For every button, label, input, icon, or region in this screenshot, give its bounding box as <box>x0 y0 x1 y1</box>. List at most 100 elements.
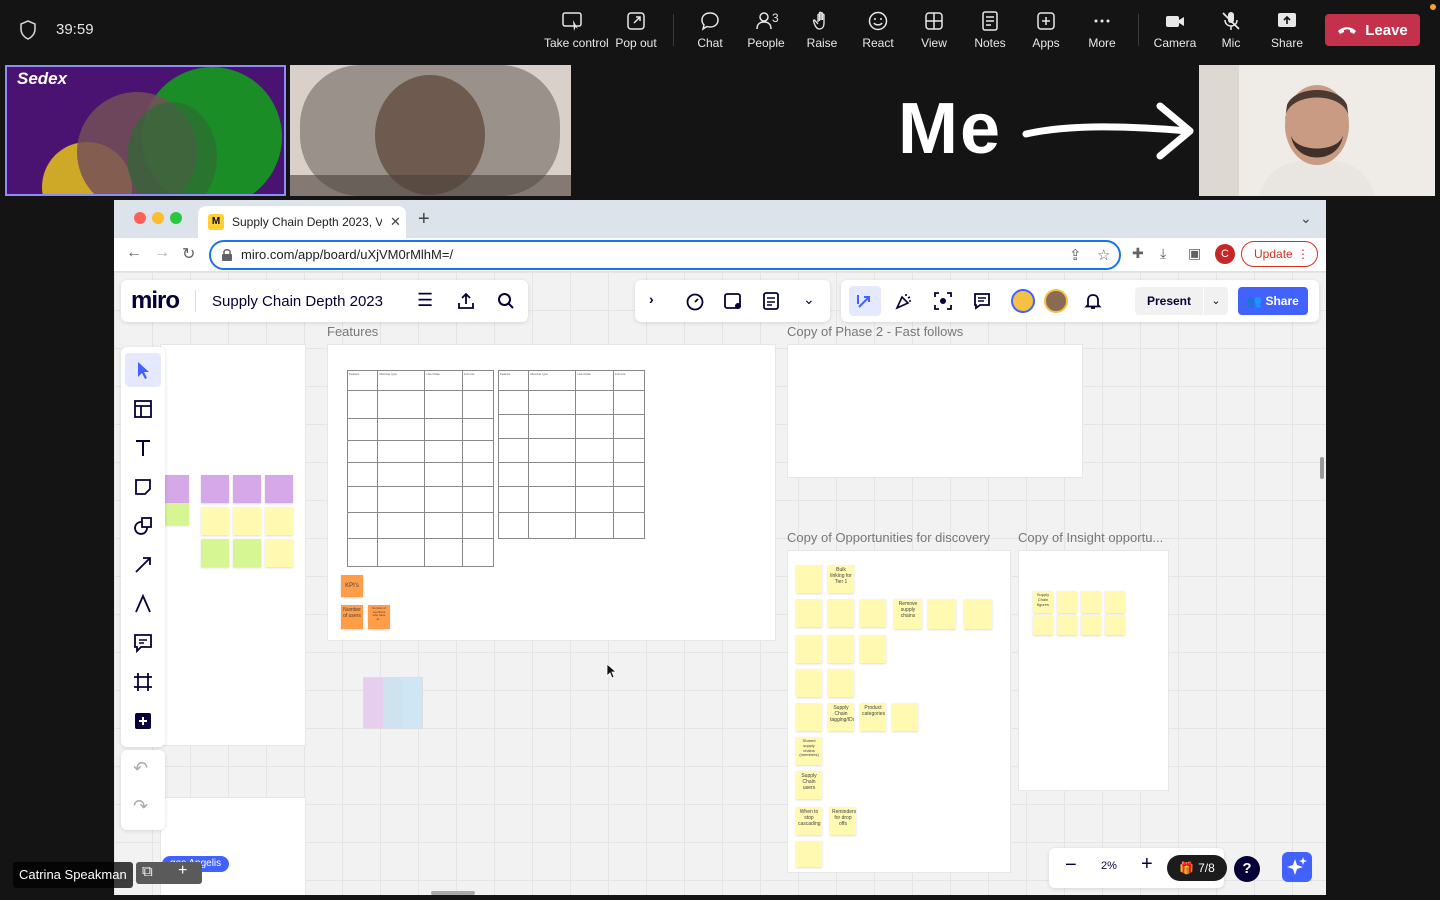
mini-grid-widget[interactable] <box>363 677 423 729</box>
pen-icon[interactable] <box>131 592 155 616</box>
frame-title-insight[interactable]: Copy of Insight opportu... <box>1018 530 1163 545</box>
focus-frame-icon[interactable] <box>933 291 953 311</box>
comment-tool-icon[interactable] <box>131 631 155 655</box>
export-upload-icon[interactable] <box>457 292 475 310</box>
main-menu-icon[interactable]: ☰ <box>417 290 433 311</box>
sticky-note[interactable] <box>1057 591 1077 613</box>
sticky-note[interactable] <box>1081 615 1101 635</box>
sticky-note[interactable] <box>1033 615 1053 635</box>
bookmark-star-icon[interactable]: ☆ <box>1097 246 1110 264</box>
video-tile-self[interactable] <box>1199 65 1435 196</box>
sticky-note[interactable] <box>892 703 918 731</box>
sticky-note[interactable]: Remove supply chains <box>894 599 922 629</box>
miro-logo[interactable]: miro <box>131 287 180 315</box>
maximize-window-button[interactable] <box>170 212 182 224</box>
kpi-sticky[interactable]: KPI's <box>341 575 363 597</box>
more-button[interactable]: More <box>1074 10 1130 54</box>
frame-title-phase2[interactable]: Copy of Phase 2 - Fast follows <box>787 324 963 339</box>
sticky-note[interactable] <box>828 635 854 663</box>
sticky-note[interactable] <box>265 507 293 535</box>
zoom-level[interactable]: 2% <box>1101 860 1117 872</box>
sticky-note-icon[interactable] <box>131 475 155 499</box>
reactions-icon[interactable] <box>723 291 743 311</box>
sticky-note[interactable]: Supply Chain tagging/IDs <box>828 703 854 731</box>
camera-button[interactable]: Camera <box>1147 10 1203 54</box>
browser-tab-active[interactable]: M Supply Chain Depth 2023, Vis ✕ <box>198 206 406 238</box>
redo-icon[interactable]: ↷ <box>133 796 148 817</box>
people-button[interactable]: 3 People <box>738 10 794 54</box>
sticky-note[interactable]: Product categories <box>860 703 886 731</box>
sticky-note[interactable] <box>233 539 261 567</box>
sticky-note[interactable] <box>796 669 822 697</box>
undo-icon[interactable]: ↶ <box>133 758 148 779</box>
apps-button[interactable]: Apps <box>1018 10 1074 54</box>
sticky-note[interactable]: Number of users <box>341 605 363 629</box>
cursor-collab-icon[interactable] <box>855 291 875 311</box>
frame-tool-icon[interactable] <box>131 670 155 694</box>
sticky-note[interactable]: Supply Chain figures <box>1033 591 1053 613</box>
help-button[interactable]: ? <box>1234 856 1260 882</box>
zoom-in-icon[interactable]: + <box>1141 853 1153 876</box>
raise-hand-button[interactable]: Raise <box>794 10 850 54</box>
minimize-window-button[interactable] <box>152 212 164 224</box>
new-tab-button[interactable]: + <box>418 208 430 231</box>
more-apps-chevron-icon[interactable]: ⌄ <box>803 291 823 311</box>
tab-search-chevron-icon[interactable]: ⌄ <box>1300 210 1312 227</box>
sticky-note[interactable] <box>201 475 229 503</box>
sticky-note[interactable] <box>265 475 293 503</box>
sticky-note[interactable]: Number of members who have at... <box>368 605 390 629</box>
frame-features[interactable]: Feature Member type User Role Job role F… <box>327 344 776 641</box>
frame-title-opportunities[interactable]: Copy of Opportunities for discovery <box>787 530 990 545</box>
collaborator-avatar[interactable] <box>1011 289 1035 313</box>
bell-icon[interactable] <box>1083 291 1103 311</box>
celebrate-icon[interactable] <box>894 291 914 311</box>
update-button[interactable]: Update ⋮ <box>1241 241 1318 267</box>
sticky-note[interactable]: Supply Chain users <box>796 771 822 799</box>
timer-icon[interactable] <box>685 291 705 311</box>
sticky-note[interactable] <box>796 599 822 627</box>
sticky-note[interactable] <box>860 599 886 627</box>
frame-insight[interactable]: Supply Chain figures <box>1018 550 1169 791</box>
miro-board-canvas[interactable]: Features Feature Member type User Role J… <box>114 272 1326 895</box>
sticky-note[interactable] <box>1057 615 1077 635</box>
forward-arrow-icon[interactable]: → <box>154 244 170 262</box>
frame-opportunities[interactable]: Bulk linking for Tier 1 Remove supply ch… <box>787 550 1011 873</box>
leave-button[interactable]: Leave <box>1325 14 1420 46</box>
board-name[interactable]: Supply Chain Depth 2023 <box>212 293 383 310</box>
horizontal-scrollbar[interactable] <box>431 891 475 895</box>
bottom-left-mini-toolbar[interactable]: ⧉ + <box>136 862 202 884</box>
extensions-puzzle-icon[interactable]: ✚ <box>1132 245 1144 262</box>
sticky-note[interactable] <box>796 703 822 731</box>
download-icon[interactable]: ⤓ <box>1160 245 1166 262</box>
collaborator-avatar[interactable] <box>1044 289 1068 313</box>
video-tile-participant-1[interactable]: Sedex <box>5 65 286 196</box>
profile-avatar[interactable]: C <box>1215 244 1235 264</box>
side-panel-icon[interactable]: ▣ <box>1188 245 1201 262</box>
sticky-note[interactable]: Shared supply chains (members) <box>796 737 822 765</box>
sticky-note[interactable] <box>265 539 293 567</box>
add-icon[interactable]: + <box>178 862 187 880</box>
chevron-right-icon[interactable]: › <box>649 291 669 311</box>
notes-list-icon[interactable] <box>761 291 781 311</box>
sticky-note[interactable]: When to stop cascading <box>796 807 822 835</box>
close-window-button[interactable] <box>134 212 146 224</box>
zoom-out-icon[interactable]: − <box>1065 854 1077 877</box>
reload-icon[interactable]: ↻ <box>182 244 195 264</box>
sticky-note[interactable] <box>233 507 261 535</box>
sticky-note[interactable] <box>796 565 822 593</box>
comments-icon[interactable] <box>972 291 992 311</box>
sticky-note[interactable] <box>828 669 854 697</box>
sticky-note[interactable] <box>165 503 189 525</box>
chat-button[interactable]: Chat <box>682 10 738 54</box>
sticky-note[interactable] <box>1105 615 1125 635</box>
connector-arrow-icon[interactable] <box>131 553 155 577</box>
address-bar[interactable]: miro.com/app/board/uXjVM0rMlhM=/ ⇪ ☆ <box>209 240 1121 270</box>
present-button[interactable]: Present <box>1135 287 1203 315</box>
features-table[interactable]: Feature Member type User Role Job role <box>346 370 495 567</box>
frames-list-icon[interactable]: ⧉ <box>142 863 153 880</box>
text-tool-icon[interactable] <box>131 436 155 460</box>
sticky-note[interactable] <box>1081 591 1101 613</box>
present-options-chevron-icon[interactable]: ⌄ <box>1204 287 1228 315</box>
sticky-note[interactable] <box>165 475 189 503</box>
video-tile-participant-2[interactable] <box>290 65 571 196</box>
